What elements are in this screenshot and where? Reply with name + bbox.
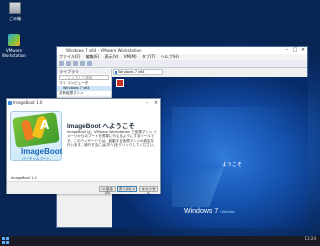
menu-tabs[interactable]: タブ(T) xyxy=(142,54,156,59)
menu-view[interactable]: 表示(V) xyxy=(105,54,119,59)
dialog-heading: ImageBoot へようこそ xyxy=(67,123,135,130)
dialog-footer: < 戻る(B) 次へ(N) > キャンセル xyxy=(7,181,160,195)
dialog-titlebar[interactable]: ImageBoot 1.0 – × xyxy=(7,99,160,107)
recycle-bin-icon xyxy=(9,2,21,14)
vmware-toolbar xyxy=(57,60,307,68)
imageboot-dialog: ImageBoot 1.0 – × A ImageBoot バーチャルブート I… xyxy=(6,98,162,195)
power-on-icon[interactable] xyxy=(59,61,64,66)
next-button[interactable]: 次へ(N) > xyxy=(117,186,137,192)
vmware-titlebar[interactable]: Windows 7 x64 - VMware Workstation – □ × xyxy=(57,47,307,54)
logo-name: ImageBoot xyxy=(21,147,63,156)
recycle-bin-shortcut[interactable]: ごみ箱 xyxy=(1,2,29,21)
windows7-brand-name: Windows 7 xyxy=(184,208,219,215)
library-search-input[interactable]: ここに入力して検索 xyxy=(59,75,109,80)
clock-time: 11:24 xyxy=(304,236,316,241)
menu-file[interactable]: ファイル(F) xyxy=(59,54,80,59)
recycle-bin-label: ごみ箱 xyxy=(9,16,21,21)
library-title: ライブラリ xyxy=(57,69,111,74)
menu-edit[interactable]: 編集(E) xyxy=(86,54,100,59)
dialog-title: ImageBoot 1.0 xyxy=(13,100,43,105)
minimize-icon[interactable]: – xyxy=(283,47,291,54)
taskbar: 11:24 xyxy=(0,236,320,246)
taskbar-clock[interactable]: 11:24 xyxy=(304,237,316,241)
snapshot-icon[interactable] xyxy=(73,61,78,66)
dialog-close-icon[interactable]: × xyxy=(152,99,160,107)
dialog-description: ImageBoot は、VMware Workstation で仮想マシン イメ… xyxy=(67,130,157,148)
windows7-edition: Ultimate xyxy=(220,209,235,214)
full-screen-icon[interactable] xyxy=(87,61,92,66)
imageboot-small-icon xyxy=(8,101,12,105)
guest-welcome-text: ようこそ xyxy=(222,162,243,168)
cancel-button[interactable]: キャンセル xyxy=(139,186,158,195)
imageboot-logo: A ImageBoot バーチャルブート xyxy=(10,111,62,161)
suspend-icon[interactable] xyxy=(66,61,71,66)
guest-recycle-icon[interactable] xyxy=(116,79,124,87)
vmware-shortcut[interactable]: VMware Workstation xyxy=(0,34,28,58)
library-item-shared-vms[interactable]: 共有仮想マシン xyxy=(57,91,111,96)
wallpaper-rays xyxy=(172,107,302,207)
logo-letter: A xyxy=(40,118,50,132)
revert-icon[interactable] xyxy=(80,61,85,66)
dialog-version: ImageBoot 1.0 xyxy=(11,176,37,180)
menu-help[interactable]: ヘルプ(H) xyxy=(161,54,179,59)
dialog-body: A ImageBoot バーチャルブート ImageBoot へようこそ Ima… xyxy=(7,107,162,179)
vmware-app-icon xyxy=(8,34,20,46)
close-icon[interactable]: × xyxy=(299,47,307,54)
windows7-brand: Windows 7 Ultimate xyxy=(184,208,235,215)
logo-subtitle: バーチャルブート xyxy=(22,157,50,161)
maximize-icon[interactable]: □ xyxy=(291,47,299,54)
menu-vm[interactable]: VM(M) xyxy=(124,54,137,59)
tab-windows7[interactable]: Windows 7 x64 xyxy=(113,69,163,75)
dialog-minimize-icon[interactable]: – xyxy=(143,99,151,107)
back-button[interactable]: < 戻る(B) xyxy=(99,186,116,195)
vmware-title: Windows 7 x64 - VMware Workstation xyxy=(66,48,142,53)
start-button-icon[interactable] xyxy=(2,237,10,245)
vmware-shortcut-label: VMware Workstation xyxy=(2,48,26,58)
